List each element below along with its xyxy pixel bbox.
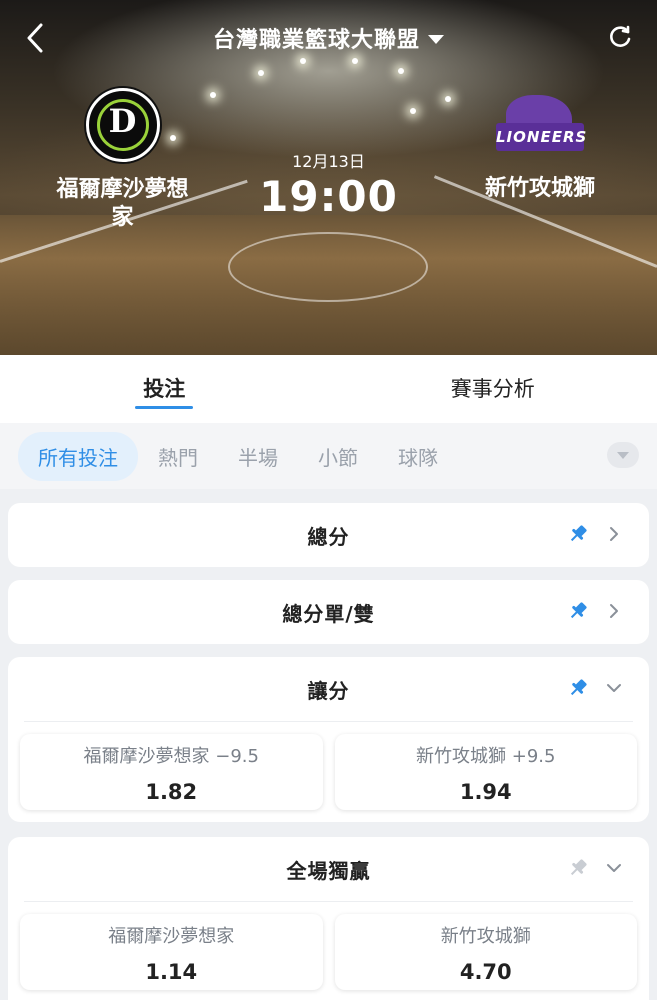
- market-title: 總分: [307, 524, 350, 549]
- market-title: 讓分: [307, 678, 350, 703]
- away-team: LIONEERS 新竹攻城獅: [460, 95, 620, 203]
- away-team-name: 新竹攻城獅: [484, 176, 595, 201]
- odds-option-away[interactable]: 新竹攻城獅 4.70: [334, 914, 637, 990]
- caret-down-icon: [617, 451, 629, 459]
- pin-icon[interactable]: [567, 857, 589, 879]
- chevron-right-icon[interactable]: [605, 602, 623, 620]
- market-header[interactable]: 全場獨贏: [8, 837, 649, 901]
- filter-quarter[interactable]: 小節: [318, 442, 358, 471]
- tab-bets[interactable]: 投注: [0, 355, 329, 423]
- odds-row: 福爾摩沙夢想家 1.14 新竹攻城獅 4.70: [8, 902, 649, 1000]
- market-header[interactable]: 總分: [8, 503, 649, 567]
- filter-all-bets[interactable]: 所有投注: [18, 431, 138, 481]
- chevron-right-icon[interactable]: [605, 525, 623, 543]
- refresh-icon: [610, 25, 631, 47]
- market-total-points[interactable]: 總分: [8, 503, 649, 567]
- pin-icon[interactable]: [567, 600, 589, 622]
- bet-filter-bar: 所有投注 熱門 半場 小節 球隊: [0, 423, 657, 489]
- odds-option-home[interactable]: 福爾摩沙夢想家 1.14: [20, 914, 323, 990]
- odds-label: 新竹攻城獅 +9.5: [416, 746, 556, 767]
- odds-value: 1.14: [145, 960, 198, 984]
- odds-value: 4.70: [459, 960, 512, 984]
- odds-row: 福爾摩沙夢想家 −9.5 1.82 新竹攻城獅 +9.5 1.94: [8, 722, 649, 822]
- match-header-banner: 台灣職業籃球大聯盟 D 福爾摩沙夢想家 12月13日 19:00 LIONEER…: [0, 0, 657, 355]
- league-selector[interactable]: 台灣職業籃球大聯盟: [0, 22, 657, 54]
- pin-icon[interactable]: [567, 677, 589, 699]
- away-team-logo: LIONEERS: [496, 95, 586, 153]
- market-title: 全場獨贏: [286, 858, 371, 883]
- market-header[interactable]: 總分單/雙: [8, 580, 649, 644]
- odds-label: 福爾摩沙夢想家: [108, 926, 235, 947]
- market-title: 總分單/雙: [282, 601, 375, 626]
- filter-team[interactable]: 球隊: [398, 442, 438, 471]
- main-tabs: 投注 賽事分析: [0, 355, 657, 423]
- filter-popular[interactable]: 熱門: [158, 442, 198, 471]
- pin-icon[interactable]: [567, 523, 589, 545]
- odds-value: 1.94: [459, 780, 512, 804]
- refresh-button[interactable]: [605, 22, 635, 52]
- caret-down-icon: [428, 34, 444, 44]
- chevron-down-icon[interactable]: [605, 679, 623, 697]
- filter-half[interactable]: 半場: [238, 442, 278, 471]
- market-moneyline: 全場獨贏 福爾摩沙夢想家 1.14 新竹攻城獅 4.70: [8, 837, 649, 1000]
- filter-expand-button[interactable]: [607, 442, 639, 468]
- odds-label: 新竹攻城獅: [440, 926, 531, 947]
- market-total-odd-even[interactable]: 總分單/雙: [8, 580, 649, 644]
- market-handicap: 讓分 福爾摩沙夢想家 −9.5 1.82 新竹攻城獅 +9.5 1.94: [8, 657, 649, 822]
- odds-option-away[interactable]: 新竹攻城獅 +9.5 1.94: [334, 734, 637, 810]
- odds-option-home[interactable]: 福爾摩沙夢想家 −9.5 1.82: [20, 734, 323, 810]
- tab-match-analysis[interactable]: 賽事分析: [329, 355, 657, 423]
- chevron-down-icon[interactable]: [605, 859, 623, 877]
- market-header[interactable]: 讓分: [8, 657, 649, 721]
- league-title: 台灣職業籃球大聯盟: [212, 28, 420, 53]
- odds-value: 1.82: [145, 780, 198, 804]
- odds-label: 福爾摩沙夢想家 −9.5: [83, 746, 259, 767]
